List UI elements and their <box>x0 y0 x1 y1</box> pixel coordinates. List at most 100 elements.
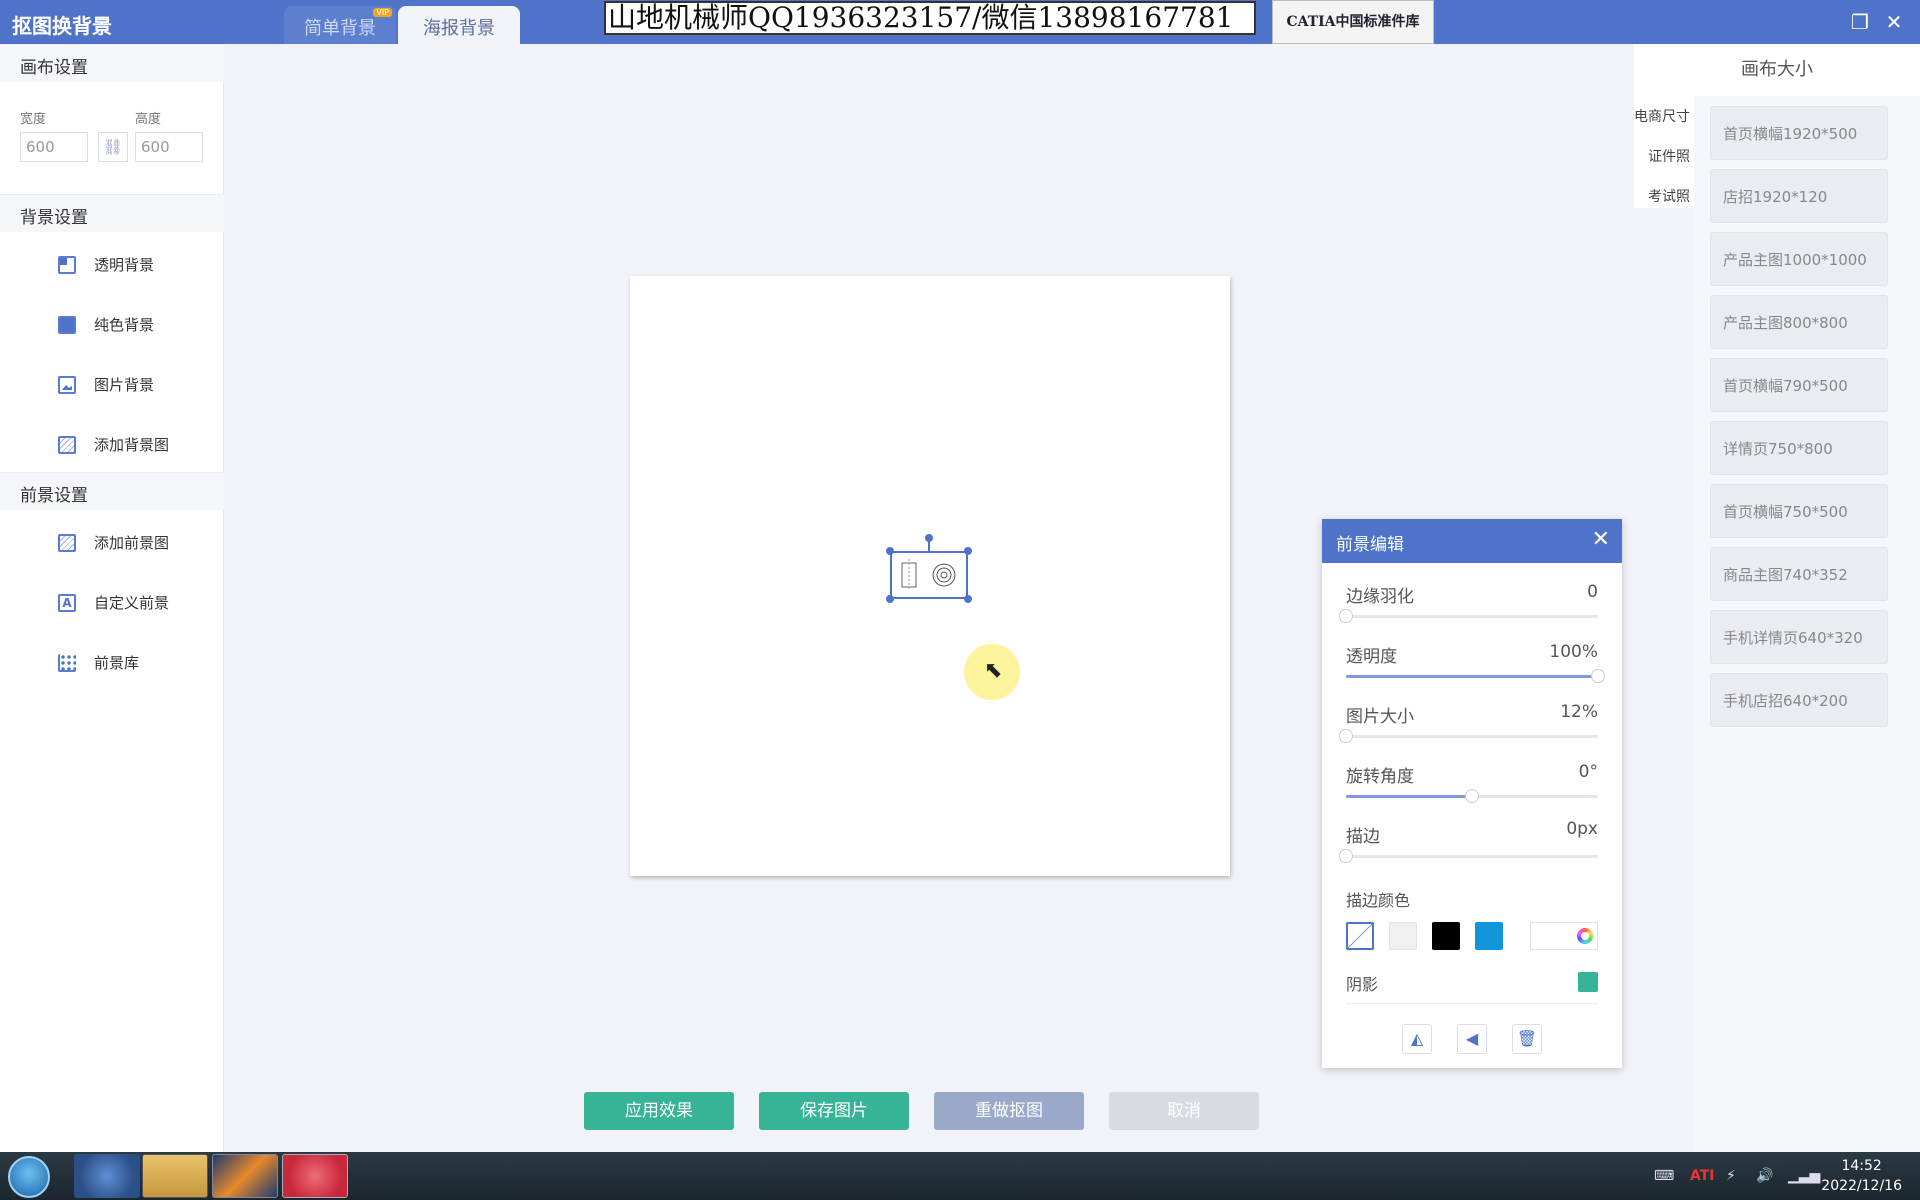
resize-handle-br[interactable] <box>964 595 972 603</box>
browser-taskbar-icon[interactable] <box>74 1154 140 1198</box>
menu-label: 自定义前景 <box>94 594 170 612</box>
slider-thumb[interactable] <box>1465 789 1479 803</box>
menu-label: 纯色背景 <box>94 316 155 334</box>
background-settings-header: 背景设置 <box>0 194 224 232</box>
resize-handle-bl[interactable] <box>886 595 894 603</box>
shadow-label: 阴影 <box>1346 975 1379 994</box>
slider-thumb[interactable] <box>1591 669 1605 683</box>
menu-label: 添加背景图 <box>94 436 170 454</box>
fg-panel-header: 前景编辑 ✕ <box>1322 519 1622 563</box>
swatch-light-gray[interactable] <box>1389 922 1417 950</box>
link-icon[interactable]: ⛓ <box>98 132 128 162</box>
size-preset[interactable]: 产品主图800*800 <box>1710 295 1888 349</box>
tab-poster-label: 海报背景 <box>423 18 495 39</box>
slider-fill <box>1346 675 1598 678</box>
cutout-app-taskbar-icon[interactable] <box>282 1154 348 1198</box>
swatch-none[interactable] <box>1346 922 1374 950</box>
menu-label: 添加前景图 <box>94 534 170 552</box>
swatch-blue[interactable] <box>1475 922 1503 950</box>
apply-effect-button[interactable]: 应用效果 <box>584 1092 734 1130</box>
system-clock[interactable]: 14:52 2022/12/16 <box>1821 1156 1902 1196</box>
windows-taskbar: ⌨ ATI ⚡ 🔊 ▁▃▅ 14:52 2022/12/16 <box>0 1152 1920 1200</box>
feather-slider[interactable] <box>1339 609 1598 623</box>
mouse-cursor-icon: ⬉ <box>984 658 1003 683</box>
size-preset[interactable]: 店招1920*120 <box>1710 169 1888 223</box>
volume-icon[interactable]: 🔊 <box>1756 1168 1773 1184</box>
ati-icon[interactable]: ATI <box>1690 1168 1715 1184</box>
watermark-banner: 山地机械师QQ1936323157/微信13898167781 <box>604 1 1256 35</box>
size-preset[interactable]: 手机店招640*200 <box>1710 673 1888 727</box>
tab-exam-photo[interactable]: 考试照 <box>1648 186 1690 206</box>
size-preset[interactable]: 首页横幅750*500 <box>1710 484 1888 538</box>
rotation-slider[interactable] <box>1346 789 1598 803</box>
slider-thumb[interactable] <box>1339 729 1353 743</box>
size-preset[interactable]: 商品主图740*352 <box>1710 547 1888 601</box>
color-wheel-icon <box>1577 928 1593 944</box>
size-preset[interactable]: 详情页750*800 <box>1710 421 1888 475</box>
rotation-value: 0° <box>1578 762 1598 782</box>
image-size-label: 图片大小 <box>1346 707 1414 727</box>
opacity-label: 透明度 <box>1346 647 1397 667</box>
add-fg-image-icon <box>58 534 76 552</box>
menu-label: 图片背景 <box>94 376 155 394</box>
size-category-tabs: 电商尺寸 证件照 考试照 <box>1634 96 1694 208</box>
slider-thumb[interactable] <box>1339 609 1353 623</box>
catia-library-button[interactable]: CATIA中国标准件库 <box>1272 0 1434 44</box>
tab-ecommerce-size[interactable]: 电商尺寸 <box>1634 106 1690 126</box>
size-preset[interactable]: 手机详情页640*320 <box>1710 610 1888 664</box>
divider <box>1346 1003 1598 1004</box>
resize-handle-tl[interactable] <box>886 547 894 555</box>
media-app-taskbar-icon[interactable] <box>212 1154 278 1198</box>
keyboard-icon[interactable]: ⌨ <box>1654 1168 1674 1184</box>
foreground-object[interactable] <box>890 551 968 599</box>
foreground-edit-panel: 前景编辑 ✕ 边缘羽化 0 透明度 100% 图片大小 12% 旋转角度 0° … <box>1322 519 1622 1068</box>
slider-fill <box>1346 795 1472 798</box>
close-icon[interactable]: ✕ <box>1882 10 1906 34</box>
clock-time: 14:52 <box>1841 1158 1882 1174</box>
size-preset[interactable]: 首页横幅790*500 <box>1710 358 1888 412</box>
close-icon[interactable]: ✕ <box>1592 527 1610 552</box>
rotate-handle-stem <box>928 540 930 552</box>
size-preset[interactable]: 产品主图1000*1000 <box>1710 232 1888 286</box>
menu-label: 前景库 <box>94 654 140 672</box>
power-icon[interactable]: ⚡ <box>1726 1168 1736 1184</box>
rotation-label: 旋转角度 <box>1346 767 1414 787</box>
height-input[interactable]: 600 <box>135 132 203 162</box>
flip-horizontal-icon[interactable]: ◭ <box>1402 1024 1432 1054</box>
cancel-button[interactable]: 取消 <box>1109 1092 1259 1130</box>
tab-poster-background[interactable]: 海报背景 <box>398 6 520 44</box>
size-preset[interactable]: 首页横幅1920*500 <box>1710 106 1888 160</box>
part-drawing-icon <box>901 559 956 591</box>
width-input[interactable]: 600 <box>20 132 88 162</box>
slider-thumb[interactable] <box>1339 849 1353 863</box>
network-icon[interactable]: ▁▃▅ <box>1788 1168 1820 1184</box>
width-label: 宽度 <box>20 112 47 127</box>
canvas-size-title: 画布大小 <box>1634 44 1920 96</box>
custom-color-picker[interactable] <box>1530 922 1598 950</box>
custom-fg-icon: A <box>58 594 76 612</box>
redo-cutout-button[interactable]: 重做抠图 <box>934 1092 1084 1130</box>
start-button[interactable] <box>8 1156 50 1198</box>
shadow-toggle[interactable] <box>1578 972 1598 992</box>
fg-panel-title: 前景编辑 <box>1336 535 1404 555</box>
transparent-bg-icon <box>58 256 76 274</box>
tab-id-photo[interactable]: 证件照 <box>1648 146 1690 166</box>
opacity-slider[interactable] <box>1346 669 1605 683</box>
image-size-slider[interactable] <box>1339 729 1598 743</box>
tab-simple-label: 简单背景 <box>304 18 376 39</box>
title-bar: 抠图换背景 简单背景 VIP 海报背景 山地机械师QQ1936323157/微信… <box>0 0 1920 44</box>
save-image-button[interactable]: 保存图片 <box>759 1092 909 1130</box>
resize-handle-tr[interactable] <box>964 547 972 555</box>
stroke-value: 0px <box>1566 819 1598 839</box>
stroke-label: 描边 <box>1346 827 1380 847</box>
file-explorer-taskbar-icon[interactable] <box>142 1154 208 1198</box>
opacity-value: 100% <box>1549 642 1598 662</box>
delete-icon[interactable]: 🗑 <box>1512 1024 1542 1054</box>
restore-icon[interactable]: ❐ <box>1848 10 1872 34</box>
swatch-black[interactable] <box>1432 922 1460 950</box>
tab-simple-background[interactable]: 简单背景 VIP <box>284 6 396 44</box>
image-bg-icon <box>58 376 76 394</box>
stroke-color-label: 描边颜色 <box>1346 891 1411 910</box>
flip-vertical-icon[interactable]: ◀ <box>1457 1024 1487 1054</box>
stroke-slider[interactable] <box>1339 849 1598 863</box>
